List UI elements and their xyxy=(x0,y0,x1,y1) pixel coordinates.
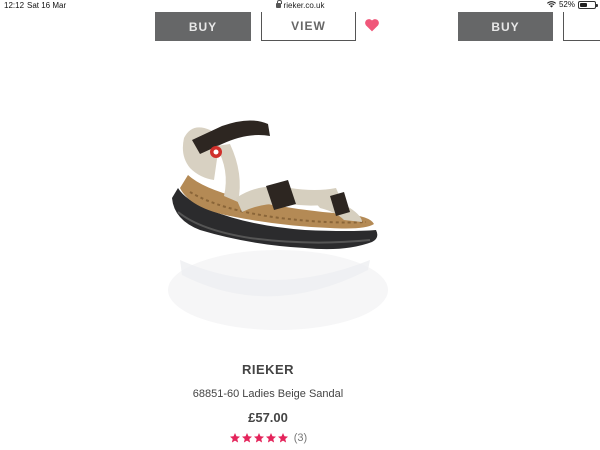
product-rating[interactable]: (3) xyxy=(130,432,406,444)
wishlist-heart-icon[interactable] xyxy=(364,18,380,32)
star-icon xyxy=(277,433,288,443)
status-bar: 12:12 Sat 16 Mar rieker.co.uk 52% xyxy=(0,0,600,12)
battery-level xyxy=(580,2,588,7)
view-button[interactable]: VIEW xyxy=(261,12,356,41)
star-icon xyxy=(241,433,252,443)
wifi-icon xyxy=(546,1,556,8)
battery-icon xyxy=(578,0,598,9)
star-icon xyxy=(229,433,240,443)
url-text: rieker.co.uk xyxy=(283,1,325,10)
product-brand[interactable]: RIEKER xyxy=(130,362,406,377)
lock-icon xyxy=(275,0,282,8)
status-indicators: 52% xyxy=(546,0,598,9)
product-name[interactable]: 68851-60 Ladies Beige Sandal xyxy=(130,388,406,400)
star-icon xyxy=(265,433,276,443)
rating-stars xyxy=(229,432,289,444)
buy-button[interactable]: BUY xyxy=(155,12,251,41)
star-icon xyxy=(253,433,264,443)
view-button-right[interactable] xyxy=(563,12,600,41)
battery-percent: 52% xyxy=(558,0,575,9)
address-bar[interactable]: rieker.co.uk xyxy=(0,0,600,10)
product-price: £57.00 xyxy=(248,410,288,425)
buy-button-right[interactable]: BUY xyxy=(458,12,553,41)
sandal-image[interactable] xyxy=(130,70,406,356)
review-count[interactable]: (3) xyxy=(294,432,307,444)
